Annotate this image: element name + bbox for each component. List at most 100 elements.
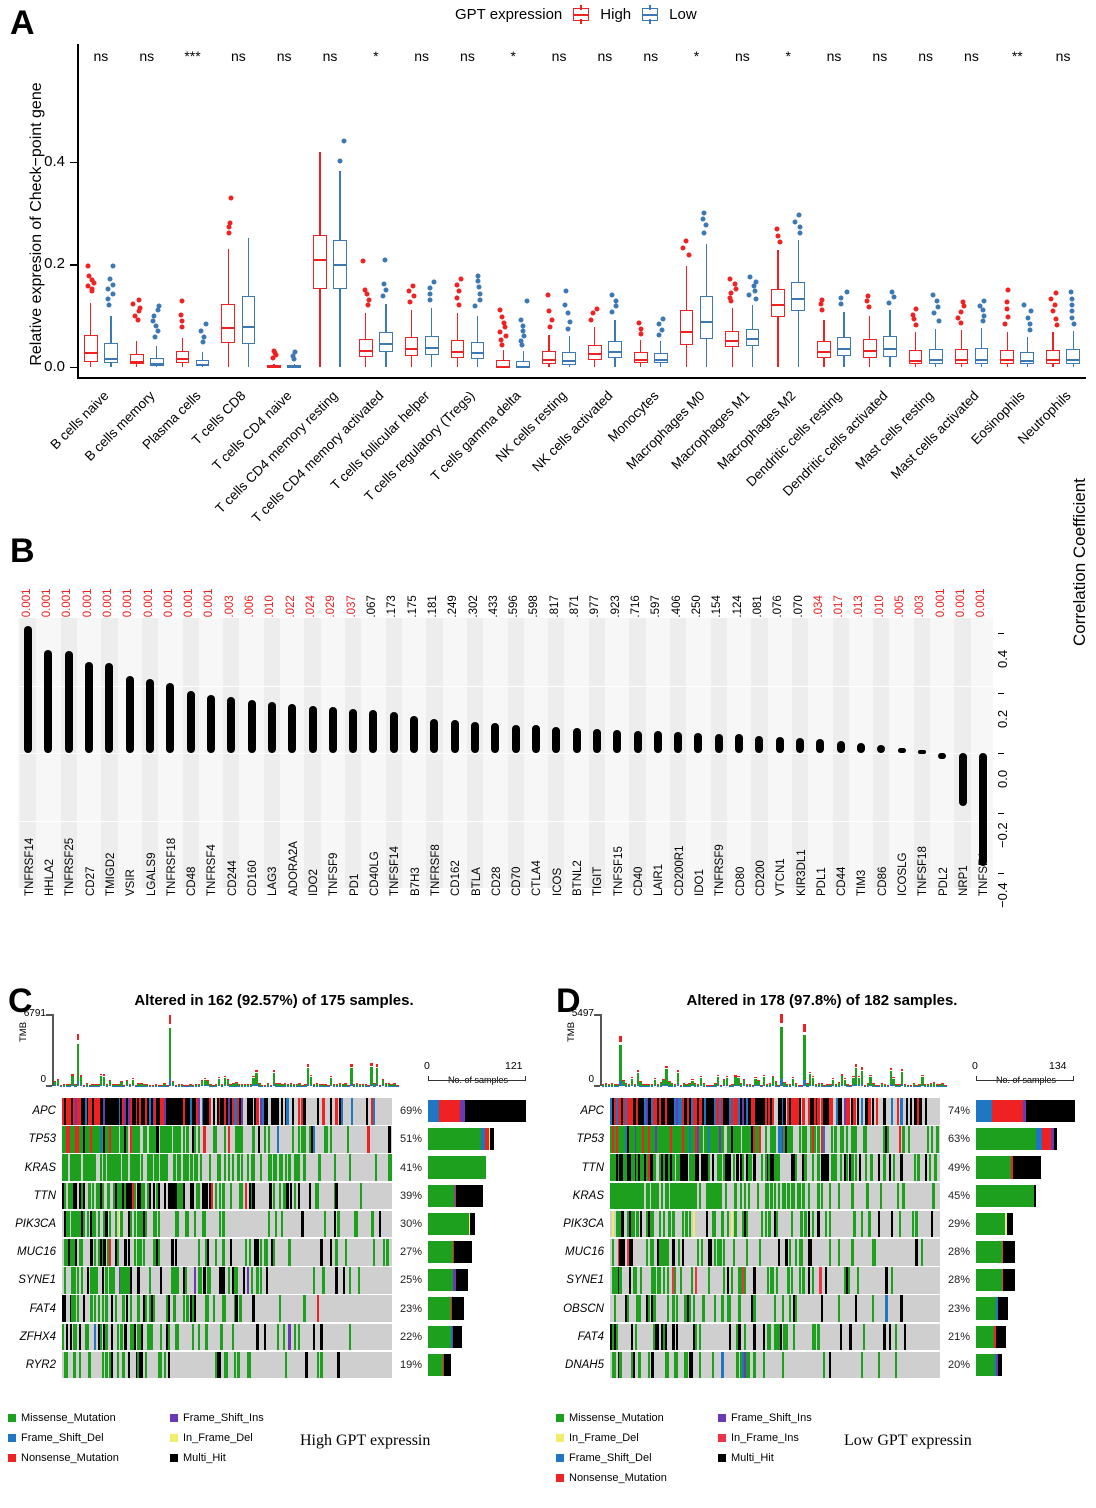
oncoplot-cell <box>99 1154 102 1182</box>
oncoplot-row <box>62 1154 392 1182</box>
panel-b-y-tick-label: −0.4 <box>995 882 1010 908</box>
oncoplot-cell <box>160 1323 163 1351</box>
oncoplot-cell <box>256 1098 259 1125</box>
oncoplot-cell <box>823 1126 826 1153</box>
panel-b-y-tick-label: 0.2 <box>995 709 1010 728</box>
boxplot-box <box>1066 349 1081 364</box>
tmb-segment-nonsense <box>855 1064 858 1067</box>
gpt-expression-legend: GPT expression High Low <box>455 5 697 24</box>
oncoplot-cell <box>195 1154 199 1182</box>
tmb-segment-nonsense <box>636 1070 639 1073</box>
panel-d-tmb-tick-min <box>594 1085 600 1087</box>
oncoplot-cell <box>924 1154 928 1182</box>
boxplot-box <box>562 352 577 365</box>
oncoplot-cell <box>273 1239 276 1266</box>
boxplot-median <box>313 259 327 262</box>
oncoplot-cell <box>301 1210 304 1238</box>
oncoplot-cell <box>73 1295 76 1323</box>
boxplot-outlier <box>728 290 734 296</box>
oncoplot-cell <box>864 1154 867 1182</box>
oncoplot-percent-label: 27% <box>400 1246 423 1259</box>
legend-label: In_Frame_Del <box>183 1432 253 1444</box>
boxplot-outlier <box>427 297 433 303</box>
oncoplot-cell <box>80 1239 84 1266</box>
oncoplot-cell <box>326 1126 329 1153</box>
oncoplot-cell <box>721 1210 724 1238</box>
boxplot-outlier <box>203 321 209 327</box>
boxplot-outlier <box>410 283 416 289</box>
oncoplot-cell <box>798 1098 801 1125</box>
panel-d-tmb-barplot <box>602 1014 947 1086</box>
sample-bar-segment <box>976 1353 995 1376</box>
correlation-bar <box>389 712 398 753</box>
oncoplot-cell <box>167 1351 170 1379</box>
boxplot-outlier <box>520 328 526 334</box>
oncoplot-cell <box>212 1098 216 1125</box>
oncoplot-cell <box>241 1182 244 1210</box>
oncoplot-cell <box>227 1267 231 1294</box>
oncoplot-cell <box>883 1154 886 1182</box>
correlation-gene-label: CD40LG <box>368 851 381 896</box>
boxplot-outlier <box>411 293 417 299</box>
oncoplot-cell <box>373 1098 376 1125</box>
correlation-gene-label: HHLA2 <box>43 858 56 896</box>
oncoplot-cell <box>124 1239 127 1266</box>
oncoplot-cell <box>802 1182 805 1210</box>
oncoplot-cell <box>804 1210 807 1238</box>
oncoplot-cell <box>753 1295 756 1323</box>
oncoplot-cell <box>794 1154 798 1182</box>
oncoplot-cell <box>163 1351 167 1379</box>
oncoplot-cell <box>743 1267 747 1294</box>
oncoplot-cell <box>632 1351 635 1379</box>
oncoplot-cell <box>95 1267 99 1294</box>
oncoplot-cell <box>163 1182 167 1210</box>
oncoplot-cell <box>753 1267 756 1294</box>
correlation-gene-label: TNFRSF25 <box>64 837 77 896</box>
oncoplot-cell <box>930 1210 933 1238</box>
boxplot-outlier <box>727 295 733 301</box>
boxplot-median <box>954 358 969 361</box>
boxplot-outlier <box>365 302 371 308</box>
correlation-gene-label: TNFRSF9 <box>714 844 727 896</box>
boxplot-outlier <box>89 277 95 283</box>
boxplot-outlier <box>613 298 619 304</box>
sample-bar-segment <box>997 1297 1009 1320</box>
oncoplot-row <box>610 1323 940 1351</box>
tmb-bar <box>169 1015 172 1086</box>
boxplot-median <box>928 358 943 361</box>
sample-count-bar <box>976 1100 1075 1123</box>
boxplot-median <box>633 358 648 361</box>
sample-bar-segment <box>1053 1128 1058 1151</box>
oncoplot-cell <box>711 1351 715 1379</box>
oncoplot-cell <box>111 1323 114 1351</box>
legend-color-swatch <box>170 1414 178 1422</box>
oncoplot-cell <box>297 1126 300 1153</box>
oncoplot-cell <box>210 1182 214 1210</box>
boxplot-outlier <box>981 298 987 304</box>
oncoplot-cell <box>214 1239 218 1266</box>
boxplot-outlier <box>891 294 897 300</box>
panel-b-y-tick-label: −0.2 <box>995 822 1010 848</box>
boxplot-box <box>424 335 439 356</box>
oncoplot-cell <box>798 1126 801 1153</box>
oncoplot-cell <box>726 1210 730 1238</box>
oncoplot-cell <box>749 1154 752 1182</box>
panel-d-tmb-tick-max <box>594 1014 600 1016</box>
oncoplot-cell <box>269 1182 272 1210</box>
oncoplot-cell <box>348 1323 351 1351</box>
oncoplot-cell <box>137 1126 140 1153</box>
boxplot-box <box>404 337 419 357</box>
oncoplot-cell <box>858 1154 862 1182</box>
oncoplot-cell <box>276 1126 280 1153</box>
legend-label: Frame_Shift_Ins <box>183 1412 264 1424</box>
oncoplot-cell <box>278 1295 282 1323</box>
oncoplot-cell <box>120 1323 123 1351</box>
oncoplot-cell <box>713 1210 716 1238</box>
boxplot-box <box>908 350 923 365</box>
oncoplot-cell <box>781 1351 784 1379</box>
oncoplot-cell <box>738 1295 741 1323</box>
boxplot-outlier <box>656 332 662 338</box>
tmb-segment-nonsense <box>131 1078 135 1080</box>
oncoplot-cell <box>182 1182 185 1210</box>
correlation-bar <box>694 732 703 753</box>
